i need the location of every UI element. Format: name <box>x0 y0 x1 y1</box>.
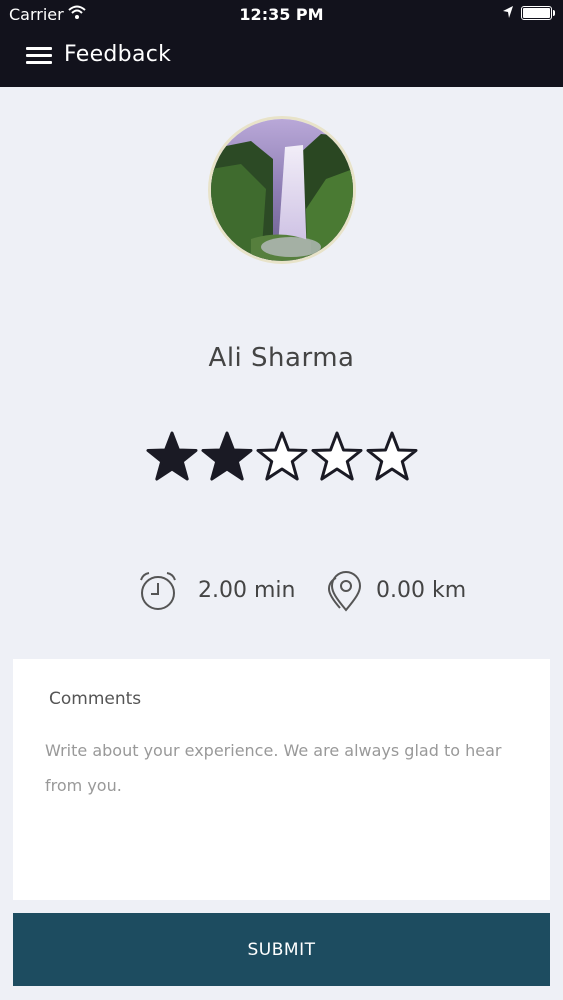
user-name: Ali Sharma <box>208 343 355 373</box>
duration-value: 2.00 min <box>198 578 296 603</box>
star-icon-3[interactable] <box>256 430 308 486</box>
submit-button[interactable]: SUBMIT <box>13 913 550 986</box>
star-icon-5[interactable] <box>366 430 418 486</box>
avatar <box>208 116 356 264</box>
waterfall-photo <box>211 119 353 261</box>
comments-input[interactable] <box>45 733 531 883</box>
page-title: Feedback <box>64 42 172 67</box>
star-icon-2[interactable] <box>201 430 253 486</box>
distance-value: 0.00 km <box>376 578 467 603</box>
status-bar: Carrier 12:35 PM <box>0 0 563 30</box>
location-pins-icon <box>327 571 362 612</box>
star-icon-4[interactable] <box>311 430 363 486</box>
alarm-clock-icon <box>140 572 176 610</box>
battery-icon <box>521 6 555 20</box>
status-time: 12:35 PM <box>239 5 324 24</box>
top-bar: Carrier 12:35 PM Feedback <box>0 0 563 87</box>
location-arrow-icon <box>503 6 513 18</box>
star-rating[interactable] <box>146 430 418 488</box>
trip-stats: 2.00 min 0.00 km <box>0 570 563 614</box>
navbar: Feedback <box>0 30 563 87</box>
comments-card: Comments <box>13 659 550 900</box>
comments-label: Comments <box>49 689 142 709</box>
star-icon-1[interactable] <box>146 430 198 486</box>
hamburger-menu-icon[interactable] <box>26 47 52 67</box>
